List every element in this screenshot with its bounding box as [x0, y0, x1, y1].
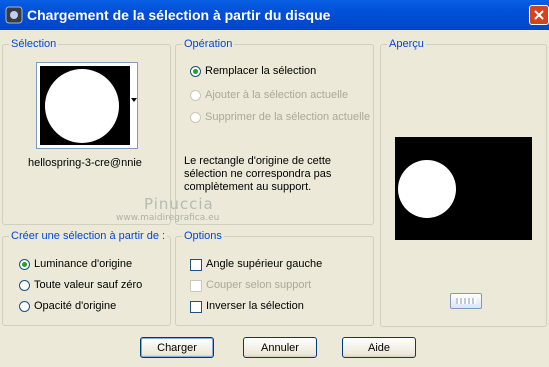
dropdown-arrow-icon[interactable]: [131, 98, 137, 102]
close-icon: [534, 10, 544, 20]
cancel-button[interactable]: Annuler: [243, 337, 317, 358]
checkbox-top-left-corner-label[interactable]: Angle supérieur gauche: [206, 258, 322, 270]
radio-luminance[interactable]: [19, 259, 30, 270]
options-group-label: Options: [182, 230, 224, 242]
title-bar[interactable]: Chargement de la sélection à partir du d…: [0, 0, 549, 30]
preview-toggle-button[interactable]: [450, 293, 482, 309]
operation-group-label: Opération: [182, 38, 235, 50]
radio-opacity[interactable]: [19, 301, 30, 312]
selection-thumbnail: [40, 66, 130, 145]
radio-dot: [22, 262, 27, 267]
options-group: Options Angle supérieur gauche Couper se…: [175, 230, 374, 326]
radio-dot: [193, 69, 198, 74]
watermark-name: Pinuccia: [144, 195, 214, 213]
preview-toggle-pattern: [456, 298, 476, 304]
help-button[interactable]: Aide: [342, 337, 416, 358]
radio-replace-label[interactable]: Remplacer la sélection: [205, 65, 316, 77]
create-from-group-label: Créer une sélection à partir de :: [9, 230, 168, 242]
operation-message-line-1: Le rectangle d'origine de cette: [184, 155, 332, 167]
preview-group: Aperçu: [380, 38, 547, 327]
checkbox-crop-to-canvas-label[interactable]: Couper selon support: [206, 279, 311, 291]
dialog-body: Sélection hellospring-3-cre@nnie Opérati…: [0, 30, 549, 367]
checkbox-invert-selection[interactable]: [190, 301, 202, 313]
selection-thumbnail-picker[interactable]: [36, 62, 138, 149]
radio-nonzero[interactable]: [19, 280, 30, 291]
radio-add[interactable]: [190, 90, 201, 101]
radio-opacity-label[interactable]: Opacité d'origine: [34, 300, 116, 312]
create-from-group: Créer une sélection à partir de : Lumina…: [2, 230, 171, 326]
selection-group-label: Sélection: [9, 38, 59, 50]
load-button[interactable]: Charger: [140, 337, 214, 358]
watermark-url: www.maidiregrafica.eu: [116, 213, 220, 223]
thumbnail-circle: [45, 69, 119, 143]
window-title: Chargement de la sélection à partir du d…: [27, 7, 331, 23]
selection-filename: hellospring-3-cre@nnie: [28, 157, 142, 169]
checkbox-invert-selection-label[interactable]: Inverser la sélection: [206, 300, 304, 312]
preview-canvas: [395, 137, 532, 240]
checkbox-top-left-corner[interactable]: [190, 259, 202, 271]
radio-luminance-label[interactable]: Luminance d'origine: [34, 258, 132, 270]
preview-group-label: Aperçu: [387, 38, 426, 50]
operation-message-line-3: complètement au support.: [184, 181, 312, 193]
radio-subtract-label[interactable]: Supprimer de la sélection actuelle: [205, 111, 370, 123]
preview-circle: [398, 160, 456, 218]
radio-nonzero-label[interactable]: Toute valeur sauf zéro: [34, 279, 142, 291]
operation-message-line-2: sélection ne correspondra pas: [184, 168, 332, 180]
radio-add-label[interactable]: Ajouter à la sélection actuelle: [205, 89, 348, 101]
checkbox-crop-to-canvas[interactable]: [190, 280, 202, 292]
radio-subtract[interactable]: [190, 112, 201, 123]
app-icon: [5, 6, 23, 24]
radio-replace[interactable]: [190, 66, 201, 77]
close-button[interactable]: [529, 5, 549, 25]
